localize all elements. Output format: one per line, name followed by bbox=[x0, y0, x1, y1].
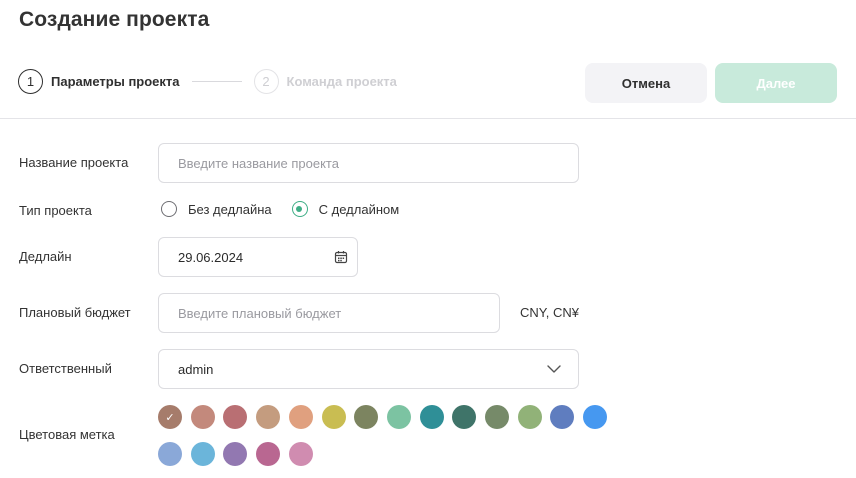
color-swatch[interactable] bbox=[288, 442, 313, 466]
color-swatch[interactable] bbox=[517, 405, 542, 429]
color-swatch[interactable] bbox=[288, 405, 313, 429]
budget-label: Плановый бюджет bbox=[19, 305, 131, 320]
budget-currency: CNY, CN¥ bbox=[520, 305, 580, 320]
color-swatch[interactable] bbox=[223, 405, 248, 429]
radio-with-deadline-label: С дедлайном bbox=[318, 201, 400, 217]
budget-placeholder: Введите плановый бюджет bbox=[178, 305, 342, 321]
owner-label: Ответственный bbox=[19, 361, 112, 376]
stepper: 1 Параметры проекта 2 Команда проекта bbox=[18, 69, 397, 94]
color-swatch[interactable] bbox=[190, 442, 215, 466]
color-swatch[interactable] bbox=[452, 405, 477, 429]
step-connector bbox=[191, 81, 242, 82]
color-swatch[interactable] bbox=[190, 405, 215, 429]
check-icon: ✓ bbox=[165, 411, 175, 424]
color-swatch[interactable] bbox=[256, 442, 281, 466]
project-type-label: Тип проекта bbox=[19, 203, 92, 218]
project-type-radio-group: Без дедлайна С дедлайном bbox=[161, 201, 419, 217]
calendar-icon[interactable] bbox=[334, 250, 348, 264]
radio-no-deadline-control[interactable] bbox=[161, 201, 177, 217]
step-2-number: 2 bbox=[253, 69, 279, 94]
color-swatch[interactable] bbox=[158, 442, 182, 466]
owner-select[interactable]: admin bbox=[158, 349, 579, 389]
step-2-label[interactable]: Команда проекта bbox=[287, 74, 397, 89]
page-title: Создание проекта bbox=[19, 8, 210, 31]
cancel-button[interactable]: Отмена bbox=[585, 63, 707, 103]
color-swatch[interactable] bbox=[485, 405, 509, 429]
project-name-placeholder: Введите название проекта bbox=[178, 155, 339, 171]
color-swatch[interactable] bbox=[550, 405, 575, 429]
header-divider bbox=[0, 118, 856, 119]
deadline-label: Дедлайн bbox=[19, 249, 72, 264]
next-button[interactable]: Далее bbox=[715, 63, 837, 103]
color-swatch[interactable] bbox=[354, 405, 379, 429]
project-name-label: Название проекта bbox=[19, 155, 129, 170]
step-1-number: 1 bbox=[18, 69, 43, 94]
radio-with-deadline-control[interactable] bbox=[291, 201, 308, 217]
project-name-input[interactable]: Введите название проекта bbox=[158, 143, 579, 183]
radio-no-deadline-label: Без дедлайна bbox=[188, 201, 272, 217]
color-label: Цветовая метка bbox=[19, 427, 115, 442]
color-swatch[interactable] bbox=[256, 405, 281, 429]
color-swatch[interactable]: ✓ bbox=[158, 405, 182, 429]
budget-input[interactable]: Введите плановый бюджет bbox=[158, 293, 500, 333]
radio-no-deadline[interactable]: Без дедлайна bbox=[161, 201, 272, 217]
color-swatch[interactable] bbox=[583, 405, 608, 429]
deadline-input[interactable]: 29.06.2024 bbox=[158, 237, 358, 277]
step-1-label[interactable]: Параметры проекта bbox=[51, 74, 180, 89]
color-swatch[interactable] bbox=[321, 405, 346, 429]
color-swatch[interactable] bbox=[419, 405, 444, 429]
owner-value: admin bbox=[178, 361, 214, 377]
chevron-down-icon[interactable] bbox=[547, 365, 561, 373]
deadline-value: 29.06.2024 bbox=[178, 249, 244, 265]
color-swatch[interactable] bbox=[386, 405, 411, 429]
radio-with-deadline[interactable]: С дедлайном bbox=[291, 201, 400, 217]
color-swatch[interactable] bbox=[223, 442, 248, 466]
